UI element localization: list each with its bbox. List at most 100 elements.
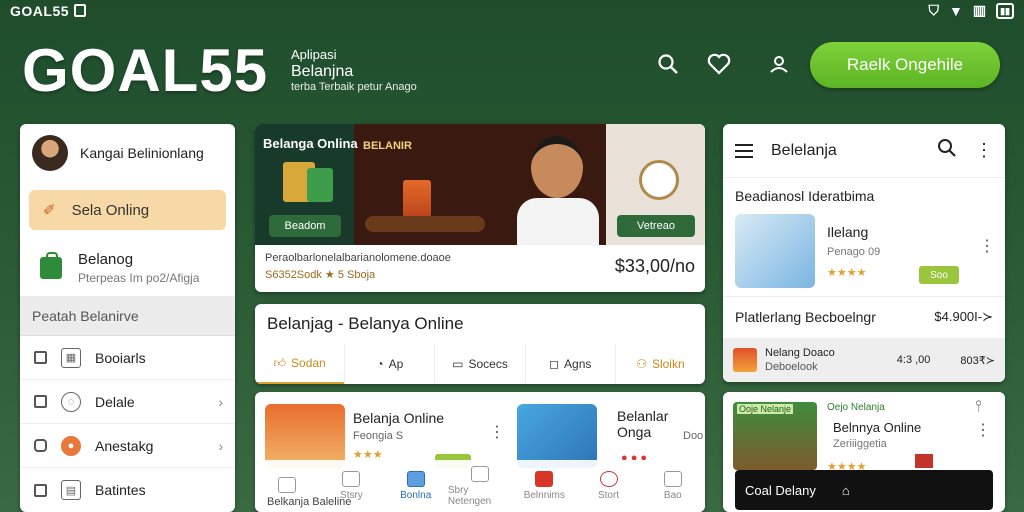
image-label: Ooje Nelanje (737, 404, 794, 414)
tagline: Aplipasi Belanjna terba Terbaik petur An… (291, 47, 417, 94)
shield-icon: ⛉ (928, 2, 940, 18)
cta-button[interactable]: Raelk Ongehile (810, 42, 1000, 88)
product-sub: Doo (683, 430, 704, 442)
list-row[interactable]: Nelang Doaco Deboelook 4:3 ,00 803₹≻ (723, 338, 1005, 382)
checkbox[interactable] (34, 395, 47, 408)
list-row[interactable]: Platlerlang Becboelngr $4.900I-≻ (723, 296, 1005, 336)
sidebar-row[interactable]: ▤ Batintes (20, 468, 235, 512)
heart-icon[interactable] (703, 48, 735, 80)
sidebar-item-active[interactable]: ✐ Sela Onling (29, 190, 226, 230)
more-vert-icon[interactable]: ⋮ (489, 422, 505, 442)
bag-icon (406, 471, 425, 487)
tagline-line1: Aplipasi (291, 47, 337, 62)
banner-rating: S6352Sodk ★ 5 Sboja (265, 269, 376, 281)
nav-label: Sbry Netengen (447, 484, 492, 507)
sidebar-row-label: Anestakg (95, 437, 154, 454)
sidebar-row[interactable]: ▦ Booiarls (20, 336, 235, 380)
tab-sloikn[interactable]: ⚇ Sloikn (614, 344, 705, 384)
banner-tag: Belanga Onlina (263, 136, 358, 151)
tab-socecs[interactable]: ▭ Socecs (434, 344, 524, 384)
card-subtitle: Belnnya Online (833, 420, 922, 435)
nav-bonlna[interactable]: Bonlna (384, 460, 448, 512)
row-label: Platlerlang Becboelngr (735, 308, 876, 325)
message-icon: ◻ (549, 357, 560, 371)
product-image-phone[interactable] (735, 214, 815, 288)
more-vert-icon[interactable]: ⋮ (979, 236, 995, 256)
app-bar-title: Belelanja (771, 141, 837, 159)
tab-sodan[interactable]: 👍︎ Sodan (255, 344, 345, 384)
person-icon: ● (61, 435, 81, 456)
card-title: Oejo Nelanja (827, 402, 885, 413)
section-title: Beadianosl Ideratbima (735, 188, 875, 204)
sidebar: Kangai Belinionlang ✐ Sela Onling Belano… (20, 124, 235, 512)
search-icon[interactable] (652, 48, 684, 80)
checkbox[interactable] (34, 351, 47, 364)
banner-right-button[interactable]: Vetreao (617, 215, 695, 237)
table-icon: ▤ (61, 480, 81, 500)
promo-banner[interactable]: Belanga Onlina BELANIR Beadom Vetreao Pe… (255, 124, 705, 292)
menu-icon[interactable] (735, 143, 753, 158)
right-bottom-card[interactable]: Ooje Nelanje Oejo Nelanja Belnnya Online… (723, 392, 1005, 512)
delivery-label: Coal Delany (745, 482, 816, 498)
belanja-title: Belanog (78, 251, 134, 268)
tagline-line2: Belanjna (291, 62, 354, 80)
tab-label: Ap (388, 357, 404, 371)
pin-icon[interactable]: ⫯ (975, 398, 982, 416)
tab-ap[interactable]: ◔ Ap (344, 344, 434, 384)
bag-icon (40, 252, 62, 279)
status-icons: ⛉ ▼ ▥ ▮▮ (928, 2, 1014, 19)
clock-icon (639, 160, 679, 200)
checkbox[interactable] (34, 439, 47, 452)
row-right: 803₹≻ (960, 354, 995, 367)
tab-label: Sodan (291, 356, 326, 370)
nav-sbry[interactable]: Sbry Netengen (448, 460, 512, 512)
row-sub: Deboelook (765, 361, 818, 373)
sidebar-row[interactable]: ◌ Delale › (20, 380, 235, 424)
user-name: Kangai Belinionlang (80, 145, 204, 161)
more-vert-icon[interactable]: ⋮ (975, 140, 993, 161)
house-image: Ooje Nelanje (733, 402, 817, 470)
signal-icon: ▥ (972, 2, 987, 18)
person-image (513, 130, 603, 245)
row-mid: 4:3 ,00 (896, 354, 931, 366)
more-vert-icon[interactable]: ⋮ (975, 420, 991, 440)
sidebar-user[interactable]: Kangai Belinionlang (20, 124, 235, 182)
product-image-drink[interactable] (265, 404, 345, 468)
delivery-bar[interactable]: Coal Delany ⌂ (735, 470, 993, 510)
sidebar-section-header: Peatah Belanirve (20, 296, 235, 336)
tabs-card-title: Belanjag - Belanya Online (267, 314, 464, 333)
status-brand: GOAL55 (10, 3, 70, 19)
product-rating: ★★★★ (827, 267, 867, 279)
banner-left-button[interactable]: Beadom (269, 215, 341, 237)
chevron-right-icon: › (218, 437, 223, 454)
grid-footer: Belkanja Baleline (267, 496, 352, 508)
right-panel: Belelanja ⋮ Beadianosl Ideratbima Ilelan… (723, 124, 1005, 382)
sidebar-row[interactable]: ● Anestakg › (20, 424, 235, 468)
product-title[interactable]: Ilelang (827, 224, 868, 240)
tab-label: Agns (564, 357, 592, 371)
nav-stort[interactable]: Stort (576, 460, 640, 512)
checkbox[interactable] (34, 483, 47, 497)
search-icon[interactable] (937, 138, 957, 163)
sidebar-row-label: Delale (95, 393, 135, 410)
nav-belnnims[interactable]: Belnnims (512, 460, 576, 512)
product-name[interactable]: Belanja Online (353, 410, 444, 426)
grid-icon: ▦ (61, 347, 81, 368)
banner-tag-brand: BELANIR (363, 140, 412, 152)
product-thumbnail (733, 348, 757, 372)
tab-agns[interactable]: ◻ Agns (524, 344, 615, 384)
bell-icon[interactable]: ⌂ (842, 483, 850, 498)
nav-label: Belnnims (523, 490, 565, 501)
user-group-icon[interactable] (763, 48, 795, 80)
battery-icon: ▮▮ (996, 2, 1014, 19)
circle-icon: ◔ (376, 357, 384, 371)
price-badge: Soo (919, 266, 959, 284)
status-bar: GOAL55 ⛉ ▼ ▥ ▮▮ (0, 0, 1024, 24)
sidebar-item-belanja[interactable]: Belanog Pterpeas Im po2/Afigja (20, 240, 235, 296)
shopping-bag-icon (307, 168, 333, 202)
product-image-phone[interactable] (517, 404, 597, 468)
sidebar-active-label: Sela Onling (71, 201, 150, 219)
tag-icon (915, 454, 933, 468)
nav-bao[interactable]: Bao (641, 460, 705, 512)
person-head (531, 136, 583, 198)
